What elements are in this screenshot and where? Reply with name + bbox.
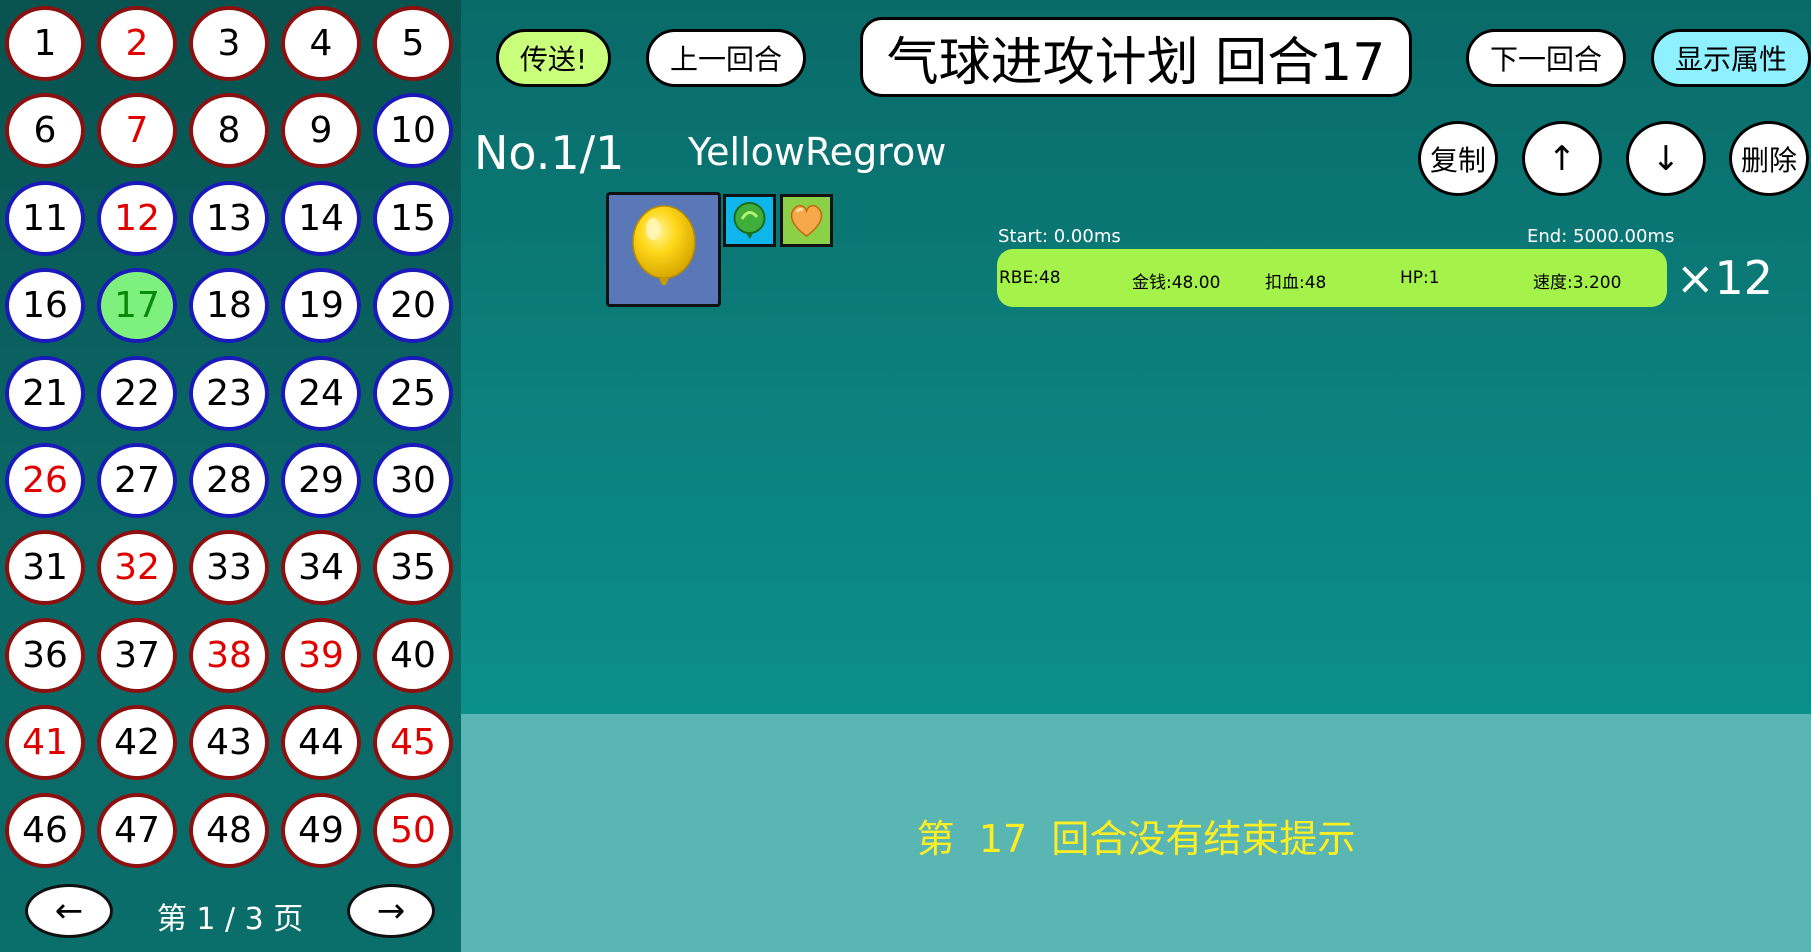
round-button-3[interactable]: 3 <box>189 6 269 81</box>
delete-button[interactable]: 删除 <box>1729 121 1809 196</box>
round-button-28[interactable]: 28 <box>189 442 269 518</box>
page-indicator: 第 1 / 3 页 <box>156 902 304 937</box>
round-button-44[interactable]: 44 <box>281 705 361 781</box>
stat-rbe: RBE:48 <box>999 268 1061 288</box>
round-button-22[interactable]: 22 <box>97 355 177 431</box>
round-button-31[interactable]: 31 <box>5 530 85 606</box>
round-button-36[interactable]: 36 <box>5 617 85 693</box>
round-button-30[interactable]: 30 <box>373 442 453 518</box>
round-button-41[interactable]: 41 <box>5 705 85 781</box>
round-button-25[interactable]: 25 <box>373 355 453 431</box>
round-button-10[interactable]: 10 <box>373 93 453 169</box>
move-down-button[interactable]: ↓ <box>1626 121 1706 196</box>
next-page-button[interactable]: → <box>347 884 435 938</box>
round-button-34[interactable]: 34 <box>281 530 361 606</box>
heart-icon <box>780 194 833 247</box>
round-button-19[interactable]: 19 <box>281 268 361 344</box>
stat-damage: 扣血:48 <box>1265 273 1327 293</box>
round-button-38[interactable]: 38 <box>189 617 269 693</box>
round-button-43[interactable]: 43 <box>189 705 269 781</box>
stat-speed: 速度:3.200 <box>1533 273 1622 293</box>
copy-button[interactable]: 复制 <box>1418 121 1498 196</box>
app-window: 1 2 3 4 5 6 7 8 9 10 11 12 13 14 15 16 17 18 19 20 21 22 23 24 2… <box>0 0 1811 952</box>
round-button-40[interactable]: 40 <box>373 617 453 693</box>
regrow-icon <box>723 194 776 247</box>
round-button-42[interactable]: 42 <box>97 705 177 781</box>
stat-hp: HP:1 <box>1400 268 1440 288</box>
round-button-14[interactable]: 14 <box>281 180 361 256</box>
round-button-18[interactable]: 18 <box>189 268 269 344</box>
round-button-49[interactable]: 49 <box>281 792 361 868</box>
round-button-2[interactable]: 2 <box>97 6 177 81</box>
round-button-1[interactable]: 1 <box>5 6 85 81</box>
round-button-37[interactable]: 37 <box>97 617 177 693</box>
round-button-13[interactable]: 13 <box>189 180 269 256</box>
bloon-name: YellowRegrow <box>688 130 947 174</box>
timeline-end: End: 5000.00ms <box>1527 226 1675 247</box>
round-button-27[interactable]: 27 <box>97 442 177 518</box>
round-button-7[interactable]: 7 <box>97 93 177 169</box>
round-button-26[interactable]: 26 <box>5 442 85 518</box>
round-end-hint: 第 17 回合没有结束提示 <box>916 817 1356 861</box>
round-button-21[interactable]: 21 <box>5 355 85 431</box>
prev-round-button[interactable]: 上一回合 <box>646 29 806 87</box>
round-button-33[interactable]: 33 <box>189 530 269 606</box>
round-button-4[interactable]: 4 <box>281 6 361 81</box>
timeline-bar[interactable]: RBE:48 金钱:48.00 扣血:48 HP:1 速度:3.200 <box>997 249 1667 307</box>
round-button-29[interactable]: 29 <box>281 442 361 518</box>
round-button-46[interactable]: 46 <box>5 792 85 868</box>
show-attributes-button[interactable]: 显示属性 <box>1651 29 1811 87</box>
round-button-23[interactable]: 23 <box>189 355 269 431</box>
round-button-48[interactable]: 48 <box>189 792 269 868</box>
stat-money: 金钱:48.00 <box>1132 273 1221 293</box>
round-button-47[interactable]: 47 <box>97 792 177 868</box>
round-button-8[interactable]: 8 <box>189 93 269 169</box>
page-title: 气球进攻计划 回合17 <box>860 17 1412 97</box>
round-button-32[interactable]: 32 <box>97 530 177 606</box>
round-button-12[interactable]: 12 <box>97 180 177 256</box>
round-button-6[interactable]: 6 <box>5 93 85 169</box>
round-button-20[interactable]: 20 <box>373 268 453 344</box>
round-button-50[interactable]: 50 <box>373 792 453 868</box>
round-button-9[interactable]: 9 <box>281 93 361 169</box>
teleport-button[interactable]: 传送! <box>496 29 611 87</box>
move-up-button[interactable]: ↑ <box>1522 121 1602 196</box>
round-button-45[interactable]: 45 <box>373 705 453 781</box>
round-sidebar: 1 2 3 4 5 6 7 8 9 10 11 12 13 14 15 16 17 18 19 20 21 22 23 24 2… <box>0 0 461 952</box>
pager: ← 第 1 / 3 页 → <box>0 880 461 944</box>
prev-page-button[interactable]: ← <box>25 884 113 938</box>
round-button-15[interactable]: 15 <box>373 180 453 256</box>
round-button-5[interactable]: 5 <box>373 6 453 81</box>
timeline-start: Start: 0.00ms <box>998 226 1121 247</box>
yellow-balloon-icon[interactable] <box>606 192 721 307</box>
round-button-24[interactable]: 24 <box>281 355 361 431</box>
round-grid: 1 2 3 4 5 6 7 8 9 10 11 12 13 14 15 16 17 18 19 20 21 22 23 24 2… <box>5 6 453 868</box>
entry-index: No.1/1 <box>474 126 625 180</box>
round-button-35[interactable]: 35 <box>373 530 453 606</box>
bloon-count: ×12 <box>1676 251 1774 305</box>
round-button-16[interactable]: 16 <box>5 268 85 344</box>
round-button-39[interactable]: 39 <box>281 617 361 693</box>
round-button-11[interactable]: 11 <box>5 180 85 256</box>
next-round-button[interactable]: 下一回合 <box>1466 29 1626 87</box>
round-button-17[interactable]: 17 <box>97 268 177 344</box>
hint-panel: 第 17 回合没有结束提示 <box>461 714 1811 952</box>
